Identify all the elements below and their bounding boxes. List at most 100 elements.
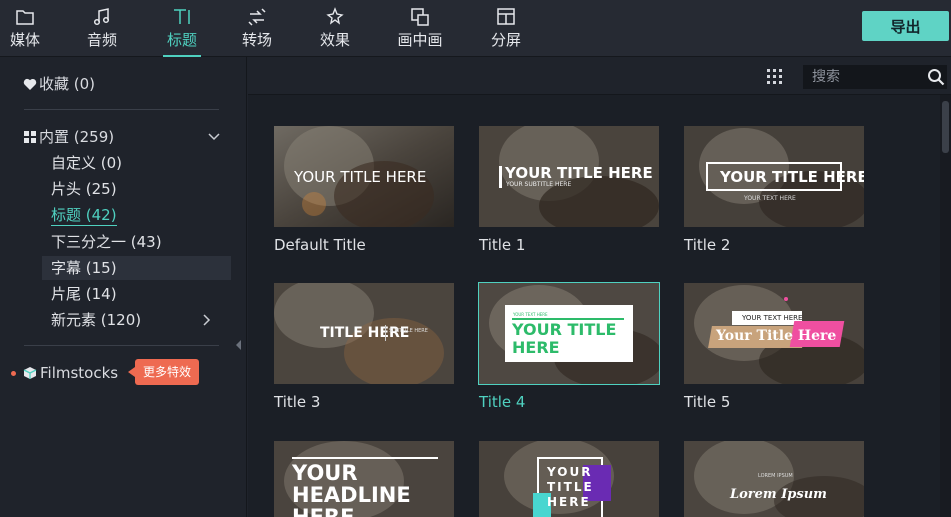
- sidebar-item-new-elements[interactable]: 新元素 (120): [42, 308, 231, 332]
- sidebar-item-label: 片尾 (14): [51, 285, 117, 303]
- sidebar-item-openers[interactable]: 片头 (25): [42, 177, 231, 201]
- title-thumbnail[interactable]: YOUR TITLE HERE YOUR SUBTITLE HERE: [479, 126, 659, 227]
- sidebar-item-label: 片头 (25): [51, 180, 117, 198]
- sidebar-item-titles[interactable]: 标题 (42): [42, 203, 231, 227]
- favorites-item[interactable]: 收藏 (0): [0, 71, 246, 97]
- tab-effects[interactable]: 效果: [318, 6, 352, 56]
- title-card-1[interactable]: YOUR TITLE HERE YOUR SUBTITLE HERE Title…: [479, 126, 661, 254]
- heart-icon: [23, 78, 37, 90]
- title-card-lorem[interactable]: LOREM IPSUM Lorem Ipsum: [684, 441, 866, 517]
- category-sidebar: 收藏 (0) 内置 (259) 自定义 (0) 片头 (25) 标题 (42) …: [0, 57, 247, 517]
- divider: [24, 345, 219, 346]
- subtitle-overlay-text: YOUR TEXT HERE: [744, 195, 796, 202]
- new-dot-indicator: [11, 371, 16, 376]
- sidebar-item-custom[interactable]: 自定义 (0): [42, 151, 231, 175]
- scrollbar-thumb[interactable]: [942, 101, 949, 153]
- search-icon[interactable]: [927, 68, 945, 86]
- title-overlay-text-line2: HERE: [512, 338, 560, 357]
- tab-pip[interactable]: 画中画: [396, 6, 444, 56]
- title-card-3[interactable]: TITLE HERE SUBTITLE HERE Title 3: [274, 283, 456, 411]
- title-card-label: Title 3: [274, 393, 321, 411]
- decor-dot: [784, 297, 788, 301]
- tab-audio[interactable]: 音频: [85, 6, 119, 56]
- builtin-group[interactable]: 内置 (259): [0, 124, 246, 150]
- title-library: YOUR TITLE HERE Default Title YOUR TITLE…: [248, 57, 951, 517]
- sidebar-item-subtitles[interactable]: 字幕 (15): [42, 256, 231, 280]
- title-card-label: Title 4: [479, 393, 526, 411]
- tab-label: 标题: [166, 31, 197, 49]
- title-overlay-text: YOUR TITLE HERE: [720, 168, 864, 186]
- filmstocks-cube-icon: [23, 367, 37, 379]
- sidebar-item-label: 自定义 (0): [51, 154, 123, 172]
- title-thumbnail[interactable]: YOUR TEXT HERE YOUR TITLE HERE: [478, 282, 660, 385]
- title-thumbnail[interactable]: YOUR HEADLINE HERE: [274, 441, 454, 517]
- title-overlay-text: YOUR TITLE HERE: [505, 164, 653, 182]
- pip-icon: [411, 8, 429, 26]
- title-overlay-text: Your Title Here: [716, 328, 837, 344]
- chevron-right-icon[interactable]: [200, 313, 214, 327]
- thumbnail-photo: [684, 441, 864, 517]
- title-thumbnail[interactable]: LOREM IPSUM Lorem Ipsum: [684, 441, 864, 517]
- sidebar-item-label: 新元素 (120): [51, 311, 142, 329]
- vertical-scrollbar[interactable]: [940, 95, 951, 517]
- title-thumbnail[interactable]: TITLE HERE SUBTITLE HERE: [274, 283, 454, 384]
- chevron-down-icon[interactable]: [207, 130, 221, 144]
- sidebar-item-lower-thirds[interactable]: 下三分之一 (43): [42, 230, 231, 254]
- sidebar-item-label: 下三分之一 (43): [51, 233, 162, 251]
- favorites-label: 收藏 (0): [39, 75, 96, 93]
- title-card-label: Title 2: [684, 236, 731, 254]
- title-overlay-text-line2: HEADLINE: [292, 483, 411, 507]
- title-text-icon: [174, 9, 190, 24]
- library-header: [248, 57, 951, 95]
- split-screen-icon: [497, 8, 515, 25]
- builtin-label: 内置 (259): [39, 128, 115, 146]
- subtitle-overlay-text: SUBTITLE HERE: [389, 328, 428, 334]
- filmstocks-label: Filmstocks: [40, 364, 119, 382]
- title-overlay-text-line3: HERE: [547, 495, 591, 509]
- tab-label: 画中画: [397, 31, 443, 49]
- folder-icon: [16, 10, 34, 25]
- transition-icon: [248, 8, 266, 26]
- tab-label: 效果: [319, 31, 350, 49]
- divider: [24, 109, 219, 110]
- title-card-2[interactable]: YOUR TITLE HERE YOUR TEXT HERE Title 2: [684, 126, 866, 254]
- title-card-label: Default Title: [274, 236, 366, 254]
- title-thumbnail[interactable]: YOUR TITLE HERE: [479, 441, 659, 517]
- title-overlay-text: YOUR TITLE HERE: [294, 168, 427, 186]
- collapse-arrow-icon[interactable]: [236, 340, 242, 350]
- more-effects-badge[interactable]: 更多特效: [127, 359, 200, 385]
- subtitle-overlay-text: YOUR SUBTITLE HERE: [506, 181, 572, 188]
- title-overlay-text: YOUR: [292, 461, 358, 485]
- grid-view-icon[interactable]: [767, 69, 783, 85]
- tab-titles[interactable]: 标题: [163, 6, 201, 57]
- title-card-boxed[interactable]: YOUR TITLE HERE: [479, 441, 661, 517]
- subtitle-overlay-text: YOUR TEXT HERE: [513, 312, 548, 317]
- title-overlay-text-line2: TITLE: [547, 480, 594, 494]
- title-divider-line: [385, 325, 386, 341]
- tab-media[interactable]: 媒体: [8, 6, 42, 56]
- title-thumbnail[interactable]: YOUR TITLE HERE YOUR TEXT HERE: [684, 126, 864, 227]
- tab-split-screen[interactable]: 分屏: [489, 6, 523, 56]
- title-overlay-text: YOUR TITLE: [512, 320, 617, 339]
- title-thumbnail[interactable]: YOUR TITLE HERE: [274, 126, 454, 227]
- sidebar-item-label: 标题 (42): [51, 206, 117, 226]
- grid-category-icon: [24, 131, 36, 143]
- sidebar-item-end-credits[interactable]: 片尾 (14): [42, 282, 231, 306]
- effects-icon: [326, 7, 344, 25]
- subtitle-overlay-text: LOREM IPSUM: [758, 473, 793, 479]
- title-thumbnail[interactable]: YOUR TEXT HERE Your Title Here: [684, 283, 864, 384]
- title-overlay-text: YOUR: [547, 465, 593, 479]
- export-button[interactable]: 导出: [862, 11, 949, 41]
- title-card-headline[interactable]: YOUR HEADLINE HERE: [274, 441, 456, 517]
- title-card-label: Title 1: [479, 236, 526, 254]
- search-input[interactable]: [803, 65, 947, 89]
- filmstocks-item[interactable]: Filmstocks: [0, 360, 246, 386]
- title-card-default[interactable]: YOUR TITLE HERE Default Title: [274, 126, 456, 254]
- sidebar-item-label: 字幕 (15): [51, 259, 117, 277]
- tab-transitions[interactable]: 转场: [240, 6, 274, 56]
- title-overlay-text-line3: HERE: [292, 505, 355, 517]
- tab-label: 转场: [241, 31, 272, 49]
- top-toolbar: 媒体 音频 标题 转场 效果 画中画 分屏 导出: [0, 0, 951, 57]
- title-card-4[interactable]: YOUR TEXT HERE YOUR TITLE HERE Title 4: [478, 282, 661, 411]
- title-card-5[interactable]: YOUR TEXT HERE Your Title Here Title 5: [684, 283, 866, 411]
